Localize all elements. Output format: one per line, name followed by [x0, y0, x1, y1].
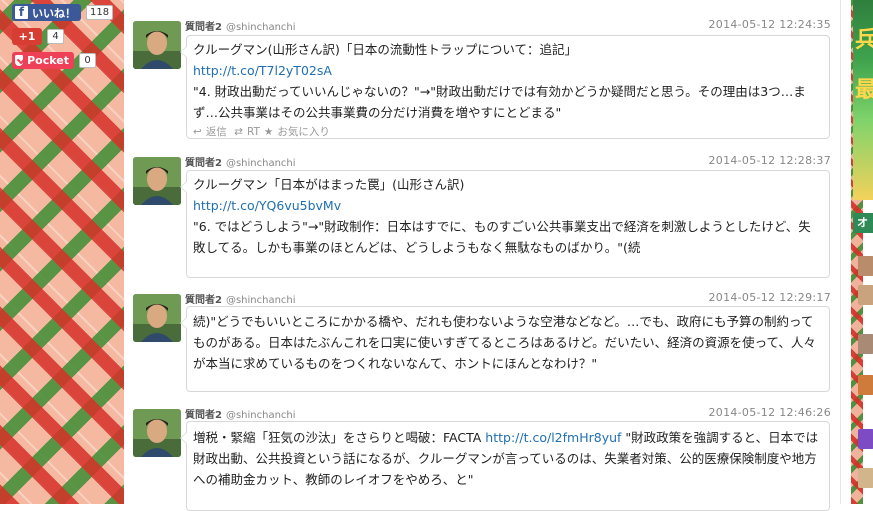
facebook-like-button[interactable]: f いいね！	[12, 4, 81, 21]
user-avatar[interactable]	[133, 294, 181, 342]
pocket-count: 0	[79, 53, 96, 68]
tweet-link[interactable]: http://t.co/T7l2yT02sA	[193, 63, 332, 78]
facebook-icon: f	[15, 5, 28, 19]
sidebar-thumbnail[interactable]	[858, 468, 873, 488]
tweet-bubble: 増税・緊縮「狂気の沙汰」をさらりと喝破：FACTA http://t.co/l2…	[180, 421, 830, 511]
tweet-link[interactable]: http://t.co/l2fmHr8yuf	[485, 430, 621, 445]
pocket-label: Pocket	[27, 54, 69, 67]
banner-char: 兵	[855, 28, 873, 53]
favorite-link[interactable]: お気に入り	[277, 126, 330, 138]
tweet-text-pre: 増税・緊縮「狂気の沙汰」をさらりと喝破：FACTA	[193, 430, 486, 445]
user-avatar[interactable]	[133, 21, 181, 69]
tweet-bubble: 続)"どうでもいいところにかかる橋や、だれも使わないような空港などなど。…でも、…	[180, 306, 830, 392]
user-name[interactable]: 質問者2	[185, 410, 222, 421]
right-sidebar: 兵 最 オ	[840, 0, 873, 504]
sidebar-thumbnail[interactable]	[858, 429, 873, 449]
tweet-bubble: クルーグマン「日本がはまった罠」(山形さん訳) http://t.co/YQ6v…	[180, 170, 830, 278]
pocket-icon	[15, 55, 24, 66]
reply-icon[interactable]: ↩	[193, 126, 202, 138]
googleplus-widget[interactable]: +1 4	[12, 28, 64, 45]
tweet-text: "4. 財政出動だっていいんじゃないの？"→"財政出動だけでは有効かどうか疑問だ…	[193, 84, 806, 120]
plaid-background	[0, 0, 124, 504]
tweet-link[interactable]: http://t.co/YQ6vu5bvMv	[193, 198, 341, 213]
banner-char: 最	[855, 78, 873, 103]
tweet-timeline: 質問者2 @shinchanchi 2014-05-12 12:24:35 クルー…	[124, 0, 840, 511]
retweet-link[interactable]: RT	[247, 126, 260, 138]
tweet-timestamp[interactable]: 2014-05-12 12:24:35	[708, 18, 831, 31]
pocket-button[interactable]: Pocket	[12, 52, 74, 69]
googleplus-count: 4	[47, 29, 64, 44]
tweet-text-line: クルーグマン(山形さん訳)「日本の流動性トラップについて：追記」	[193, 42, 578, 57]
googleplus-label: +1	[18, 30, 36, 43]
tweet-bubble: クルーグマン(山形さん訳)「日本の流動性トラップについて：追記」 http://…	[180, 35, 830, 140]
sidebar-thumbnail[interactable]	[858, 375, 873, 395]
retweet-icon[interactable]: ⇄	[234, 126, 243, 138]
tweet-timestamp[interactable]: 2014-05-12 12:29:17	[708, 291, 831, 304]
facebook-like-label: いいね！	[32, 6, 76, 20]
tweet-header: 質問者2 @shinchanchi 2014-05-12 12:24:35	[185, 18, 831, 33]
pocket-widget[interactable]: Pocket 0	[12, 52, 96, 69]
googleplus-button[interactable]: +1	[12, 28, 42, 45]
user-handle[interactable]: @shinchanchi	[226, 158, 296, 169]
tweet-actions: ↩ 返信 ⇄ RT ★ お気に入り	[193, 124, 823, 140]
user-avatar[interactable]	[133, 157, 181, 205]
user-handle[interactable]: @shinchanchi	[226, 410, 296, 421]
tweet-header: 質問者2 @shinchanchi 2014-05-12 12:28:37	[185, 154, 831, 169]
user-name[interactable]: 質問者2	[185, 295, 222, 306]
tweet-text-line: クルーグマン「日本がはまった罠」(山形さん訳)	[193, 177, 465, 192]
reply-link[interactable]: 返信	[206, 126, 227, 138]
tweet-header: 質問者2 @shinchanchi 2014-05-12 12:46:26	[185, 406, 831, 421]
sidebar-banner-ad[interactable]: 兵 最	[853, 0, 873, 200]
tweet-header: 質問者2 @shinchanchi 2014-05-12 12:29:17	[185, 291, 831, 306]
tweet-text: 増税・緊縮「狂気の沙汰」をさらりと喝破：FACTA http://t.co/l2…	[193, 427, 823, 490]
tweet-timestamp[interactable]: 2014-05-12 12:46:26	[708, 406, 831, 419]
tweet-text: 続)"どうでもいいところにかかる橋や、だれも使わないような空港などなど。…でも、…	[193, 314, 816, 371]
user-name[interactable]: 質問者2	[185, 22, 222, 33]
user-handle[interactable]: @shinchanchi	[226, 295, 296, 306]
facebook-like-count: 118	[86, 5, 114, 20]
sidebar-thumbnail[interactable]	[858, 285, 873, 305]
tweet-text: "6. ではどうしよう"→"財政制作：日本はすでに、ものすごい公共事業支出で経済…	[193, 219, 811, 255]
user-handle[interactable]: @shinchanchi	[226, 22, 296, 33]
sidebar-thumbnail[interactable]	[858, 334, 873, 354]
sidebar-thumbnail[interactable]	[858, 256, 873, 276]
tweet-timestamp[interactable]: 2014-05-12 12:28:37	[708, 154, 831, 167]
star-icon[interactable]: ★	[264, 126, 273, 138]
user-name[interactable]: 質問者2	[185, 158, 222, 169]
user-avatar[interactable]	[133, 409, 181, 457]
facebook-like-widget[interactable]: f いいね！ 118	[12, 4, 114, 21]
sidebar-tab[interactable]: オ	[853, 213, 873, 233]
